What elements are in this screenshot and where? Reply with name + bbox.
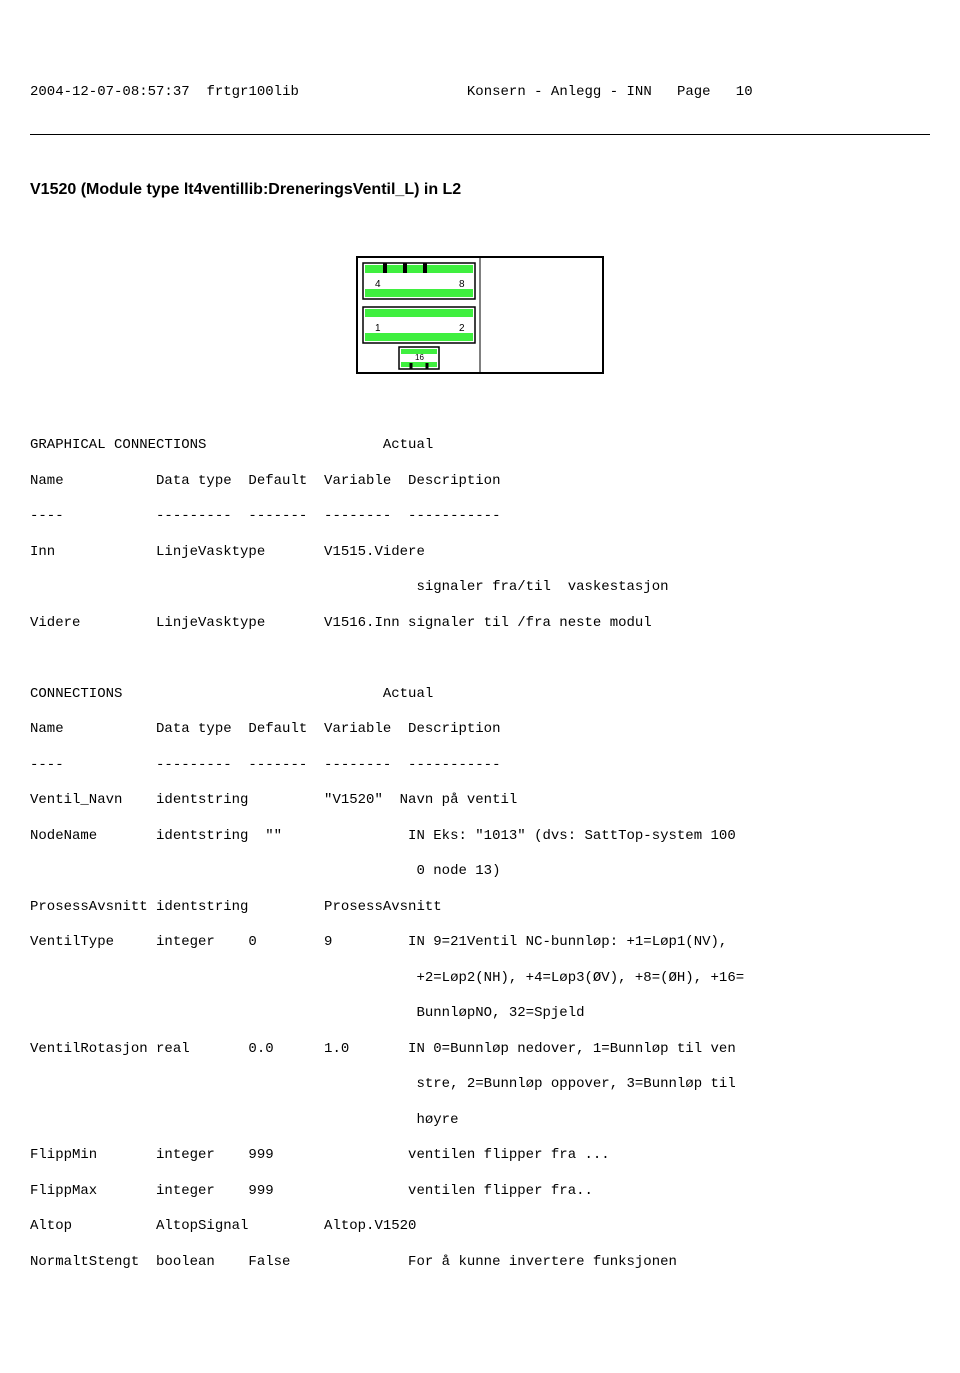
- table-header: Name Data type Default Variable Descript…: [30, 721, 930, 739]
- diagram-label-16: 16: [415, 353, 424, 362]
- table-row: FlippMin integer 999 ventilen flipper fr…: [30, 1147, 930, 1165]
- table-row: +2=Løp2(NH), +4=Løp3(ØV), +8=(ØH), +16=: [30, 970, 930, 988]
- table-separator: ---- --------- ------- -------- --------…: [30, 508, 930, 526]
- graphical-connections-title: GRAPHICAL CONNECTIONS Actual: [30, 437, 930, 455]
- table-row: ProsessAvsnitt identstring ProsessAvsnit…: [30, 899, 930, 917]
- page-number: 10: [736, 84, 753, 100]
- page-label: Page: [677, 84, 711, 100]
- table-row: BunnløpNO, 32=Spjeld: [30, 1005, 930, 1023]
- page-header: 2004-12-07-08:57:37 frtgr100lib Konsern …: [30, 84, 930, 100]
- connections-title: CONNECTIONS Actual: [30, 686, 930, 704]
- table-row: Altop AltopSignal Altop.V1520: [30, 1218, 930, 1236]
- diagram-label-1: 1: [375, 323, 381, 334]
- diagram-label-2: 2: [459, 323, 465, 334]
- table-row: stre, 2=Bunnløp oppover, 3=Bunnløp til: [30, 1076, 930, 1094]
- table-header: Name Data type Default Variable Descript…: [30, 473, 930, 491]
- table-row: VentilType integer 0 9 IN 9=21Ventil NC-…: [30, 934, 930, 952]
- lib-name: frtgr100lib: [206, 84, 298, 100]
- table-row: høyre: [30, 1112, 930, 1130]
- table-row: NormaltStengt boolean False For å kunne …: [30, 1254, 930, 1272]
- table-row: VentilRotasjon real 0.0 1.0 IN 0=Bunnløp…: [30, 1041, 930, 1059]
- table-row: NodeName identstring "" IN Eks: "1013" (…: [30, 828, 930, 846]
- table-row: signaler fra/til vaskestasjon: [30, 579, 930, 597]
- table-separator: ---- --------- ------- -------- --------…: [30, 757, 930, 775]
- table-row: 0 node 13): [30, 863, 930, 881]
- diagram-label-8: 8: [459, 279, 465, 290]
- horizontal-rule: [30, 134, 930, 135]
- table-row: Videre LinjeVasktype V1516.Inn signaler …: [30, 615, 930, 633]
- table-row: Inn LinjeVasktype V1515.Videre: [30, 544, 930, 562]
- timestamp: 2004-12-07-08:57:37: [30, 84, 190, 100]
- header-title: Konsern - Anlegg - INN: [467, 84, 652, 100]
- diagram-label-4: 4: [375, 279, 381, 290]
- module-title: V1520 (Module type lt4ventillib:Drenerin…: [30, 181, 930, 199]
- table-row: Ventil_Navn identstring "V1520" Navn på …: [30, 792, 930, 810]
- diagram-svg: 4 8 1 2 16: [355, 255, 605, 375]
- table-row: FlippMax integer 999 ventilen flipper fr…: [30, 1183, 930, 1201]
- module-diagram: 4 8 1 2 16: [30, 255, 930, 375]
